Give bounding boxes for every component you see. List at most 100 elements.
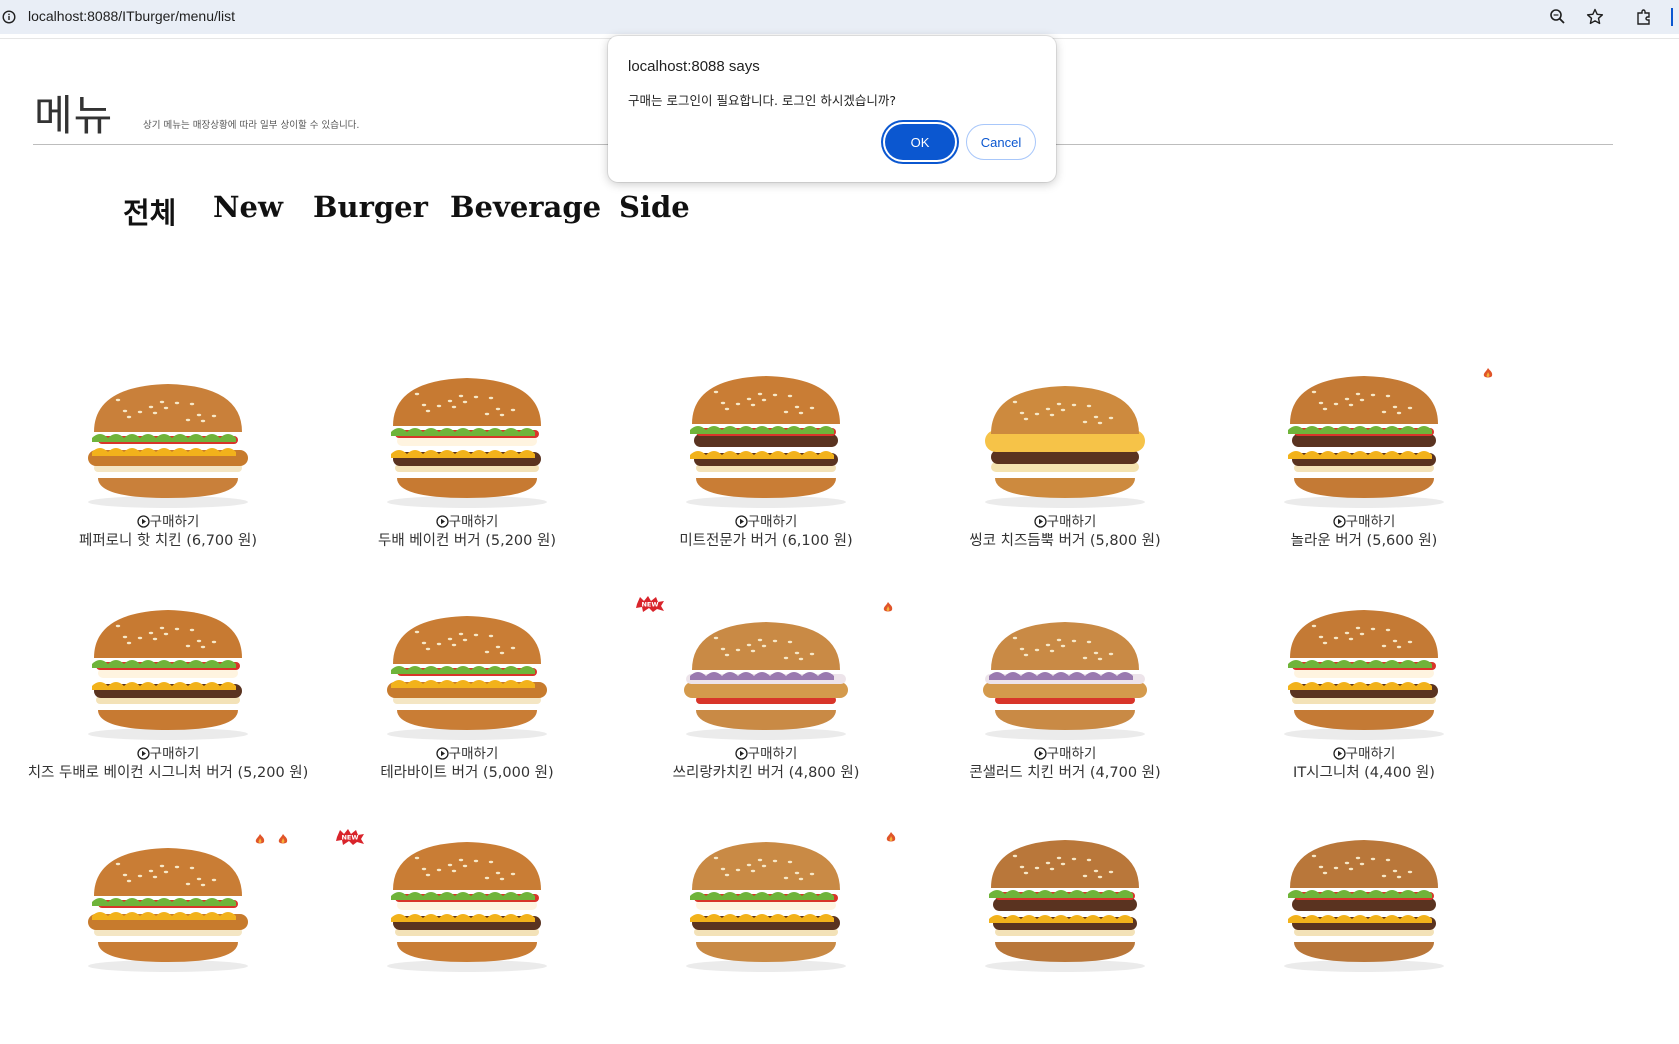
- play-circle-icon: [1333, 514, 1346, 530]
- menu-item-name: 페퍼로니 핫 치킨 (6,700 원): [79, 533, 257, 549]
- menu-item-card[interactable]: [317, 824, 617, 1044]
- buy-label: 구매하기: [1046, 514, 1097, 530]
- buy-button[interactable]: 구매하기: [1214, 515, 1514, 529]
- menu-item-image[interactable]: [965, 592, 1165, 742]
- menu-item-card[interactable]: 구매하기치즈 두배로 베이컨 시그니처 버거 (5,200 원): [18, 592, 318, 812]
- menu-item-name: 두배 베이컨 버거 (5,200 원): [378, 533, 556, 549]
- menu-item-card[interactable]: 구매하기쓰리랑카치킨 버거 (4,800 원): [616, 592, 916, 812]
- tab-burger[interactable]: Burger: [313, 190, 428, 224]
- menu-item-card[interactable]: [18, 824, 318, 1044]
- burger-image: [985, 386, 1145, 508]
- menu-item-card[interactable]: 구매하기 IT시그니처 (4,400 원): [1214, 592, 1514, 812]
- play-circle-icon: [137, 514, 150, 530]
- menu-item-card[interactable]: [616, 824, 916, 1044]
- menu-item-name: 쓰리랑카치킨 버거 (4,800 원): [672, 765, 860, 781]
- new-badge-icon: NEW: [635, 595, 665, 617]
- burger-image: [387, 842, 547, 972]
- buy-button[interactable]: 구매하기: [18, 747, 318, 761]
- fire-icon: [1481, 364, 1495, 383]
- burger-image: [686, 842, 846, 972]
- dialog-title: localhost:8088 says: [628, 58, 760, 75]
- buy-label: 구매하기: [448, 514, 499, 530]
- menu-item-image[interactable]: [68, 360, 268, 510]
- menu-item-image[interactable]: [1264, 824, 1464, 974]
- menu-item-card[interactable]: 구매하기두배 베이컨 버거 (5,200 원): [317, 360, 617, 580]
- menu-item-card[interactable]: [1214, 824, 1514, 1044]
- buy-label: 구매하기: [747, 514, 798, 530]
- burger-image: [1284, 840, 1444, 972]
- menu-item-image[interactable]: [666, 360, 866, 510]
- page-title: 메뉴: [34, 91, 114, 140]
- menu-item-card[interactable]: 구매하기테라바이트 버거 (5,000 원): [317, 592, 617, 812]
- play-circle-icon: [1034, 746, 1047, 762]
- buy-button[interactable]: 구매하기: [317, 515, 617, 529]
- extension-icon[interactable]: [1634, 7, 1654, 27]
- buy-button[interactable]: 구매하기: [616, 515, 916, 529]
- info-icon[interactable]: [2, 9, 16, 24]
- menu-item-card[interactable]: 구매하기놀라운 버거 (5,600 원): [1214, 360, 1514, 580]
- fire-icon: [253, 830, 267, 849]
- cancel-button[interactable]: Cancel: [966, 124, 1036, 160]
- buy-button[interactable]: 구매하기: [1214, 747, 1514, 761]
- menu-item-image[interactable]: [666, 824, 866, 974]
- menu-item-image[interactable]: [367, 824, 567, 974]
- tab-side[interactable]: Side: [619, 190, 690, 224]
- fire-icon: [884, 828, 898, 847]
- buy-label: 구매하기: [149, 514, 200, 530]
- buy-button[interactable]: 구매하기: [616, 747, 916, 761]
- tab-beverage[interactable]: Beverage: [450, 190, 601, 224]
- burger-image: [985, 840, 1145, 972]
- menu-item-name: 콘샐러드 치킨 버거 (4,700 원): [969, 765, 1161, 781]
- menu-item-card[interactable]: 구매하기콘샐러드 치킨 버거 (4,700 원): [915, 592, 1215, 812]
- tab-all[interactable]: 전체: [123, 190, 176, 232]
- play-circle-icon: [137, 746, 150, 762]
- menu-item-name: 놀라운 버거 (5,600 원): [1290, 533, 1438, 549]
- menu-item-image[interactable]: [965, 824, 1165, 974]
- menu-item-image[interactable]: [68, 824, 268, 974]
- page-note: 상기 메뉴는 매장상황에 따라 일부 상이할 수 있습니다.: [143, 120, 360, 131]
- burger-image: [88, 848, 248, 972]
- buy-label: 구매하기: [1046, 746, 1097, 762]
- zoom-icon[interactable]: [1548, 7, 1568, 27]
- menu-item-image[interactable]: [367, 360, 567, 510]
- new-badge-icon: NEW: [335, 828, 365, 850]
- burger-image: [1284, 376, 1444, 508]
- buy-button[interactable]: 구매하기: [915, 747, 1215, 761]
- play-circle-icon: [1034, 514, 1047, 530]
- menu-item-image[interactable]: [666, 592, 866, 742]
- menu-item-image[interactable]: [1264, 360, 1464, 510]
- play-circle-icon: [436, 746, 449, 762]
- buy-button[interactable]: 구매하기: [915, 515, 1215, 529]
- star-icon[interactable]: [1585, 7, 1605, 27]
- menu-item-name: IT시그니처 (4,400 원): [1293, 765, 1435, 781]
- play-circle-icon: [735, 514, 748, 530]
- menu-item-image[interactable]: [367, 592, 567, 742]
- fire-icon: [881, 598, 895, 617]
- menu-item-card[interactable]: 구매하기 씽코 치즈듬뿍 버거 (5,800 원): [915, 360, 1215, 580]
- menu-item-card[interactable]: 구매하기페퍼로니 핫 치킨 (6,700 원): [18, 360, 318, 580]
- menu-item-image[interactable]: [68, 592, 268, 742]
- buy-label: 구매하기: [149, 746, 200, 762]
- menu-item-card[interactable]: [915, 824, 1215, 1044]
- menu-item-image[interactable]: [965, 360, 1165, 510]
- buy-label: 구매하기: [747, 746, 798, 762]
- buy-button[interactable]: 구매하기: [18, 515, 318, 529]
- burger-image: [387, 616, 547, 740]
- fire-icon: [276, 830, 290, 849]
- tab-new[interactable]: New: [213, 190, 283, 224]
- menu-item-card[interactable]: 구매하기 미트전문가 버거 (6,100 원): [616, 360, 916, 580]
- burger-image: [88, 610, 248, 740]
- buy-button[interactable]: 구매하기: [317, 747, 617, 761]
- burger-image: [983, 622, 1147, 740]
- ok-button[interactable]: OK: [885, 124, 955, 160]
- buy-label: 구매하기: [1345, 746, 1396, 762]
- new-badge-text: NEW: [641, 601, 658, 609]
- burger-image: [88, 384, 248, 508]
- menu-item-name: 치즈 두배로 베이컨 시그니처 버거 (5,200 원): [27, 765, 309, 781]
- burger-image: [1284, 610, 1444, 740]
- burger-image: [387, 378, 547, 508]
- menu-item-image[interactable]: [1264, 592, 1464, 742]
- url-text[interactable]: localhost:8088/ITburger/menu/list: [28, 8, 235, 24]
- menu-item-name: 테라바이트 버거 (5,000 원): [380, 765, 554, 781]
- play-circle-icon: [436, 514, 449, 530]
